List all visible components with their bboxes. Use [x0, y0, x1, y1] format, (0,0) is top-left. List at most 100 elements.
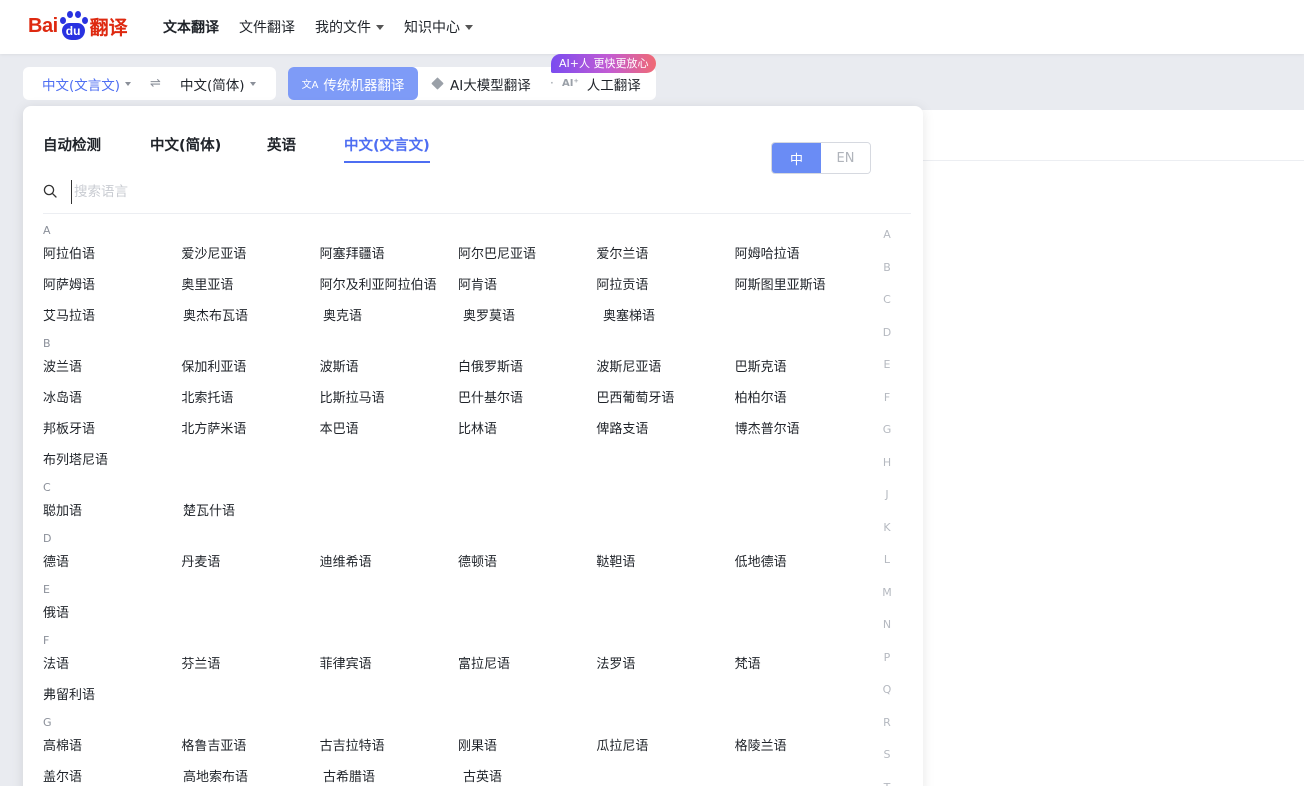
- language-option[interactable]: 波斯尼亚语: [596, 360, 734, 376]
- language-option[interactable]: 巴什基尔语: [458, 391, 596, 407]
- alpha-index-letter[interactable]: G: [881, 423, 893, 456]
- language-option[interactable]: 奥罗莫语: [463, 309, 603, 325]
- language-option[interactable]: 奥克语: [323, 309, 463, 325]
- alpha-index-letter[interactable]: F: [881, 391, 893, 424]
- language-option[interactable]: 楚瓦什语: [183, 504, 323, 520]
- language-option[interactable]: 迪维希语: [320, 555, 458, 571]
- language-option[interactable]: 阿斯图里亚斯语: [735, 278, 873, 294]
- nav-item-3[interactable]: 知识中心: [404, 17, 473, 37]
- group-letter: G: [43, 716, 52, 729]
- quick-tab-1[interactable]: 中文(简体): [150, 134, 221, 155]
- alpha-index-letter[interactable]: S: [881, 748, 893, 781]
- language-option[interactable]: 芬兰语: [181, 657, 319, 673]
- alpha-index-letter[interactable]: D: [881, 326, 893, 359]
- language-option[interactable]: 奥杰布瓦语: [183, 309, 323, 325]
- ui-lang-zh-button[interactable]: 中: [772, 143, 821, 173]
- language-option[interactable]: 奥里亚语: [181, 278, 319, 294]
- language-option[interactable]: 聪加语: [43, 504, 183, 520]
- language-option[interactable]: 阿尔巴尼亚语: [458, 247, 596, 263]
- alpha-index-letter[interactable]: M: [881, 586, 893, 619]
- language-option[interactable]: 阿肯语: [458, 278, 596, 294]
- alphabet-index: ABCDEFGHJKLMNPQRST: [881, 228, 893, 786]
- language-option[interactable]: 弗留利语: [43, 688, 183, 704]
- alpha-index-letter[interactable]: E: [881, 358, 893, 391]
- language-option[interactable]: 德语: [43, 555, 181, 571]
- alpha-index-letter[interactable]: L: [881, 553, 893, 586]
- language-option[interactable]: 巴斯克语: [735, 360, 873, 376]
- language-search-input[interactable]: [71, 180, 471, 204]
- language-option[interactable]: 丹麦语: [181, 555, 319, 571]
- nav-item-1[interactable]: 文件翻译: [239, 17, 295, 37]
- language-option[interactable]: 古希腊语: [323, 770, 463, 786]
- language-option[interactable]: 邦板牙语: [43, 422, 181, 438]
- language-option[interactable]: 北索托语: [181, 391, 319, 407]
- language-option[interactable]: 刚果语: [458, 739, 596, 755]
- quick-tab-3[interactable]: 中文(文言文): [344, 134, 430, 163]
- language-option[interactable]: 法罗语: [596, 657, 734, 673]
- language-option[interactable]: 法语: [43, 657, 181, 673]
- language-option[interactable]: 爱沙尼亚语: [181, 247, 319, 263]
- alpha-index-letter[interactable]: Q: [881, 683, 893, 716]
- alpha-index-letter[interactable]: N: [881, 618, 893, 651]
- baidu-translate-logo[interactable]: Bai du 翻译: [28, 6, 128, 46]
- language-option[interactable]: 盖尔语: [43, 770, 183, 786]
- language-option[interactable]: 阿拉伯语: [43, 247, 181, 263]
- language-option[interactable]: 古吉拉特语: [320, 739, 458, 755]
- alpha-index-letter[interactable]: K: [881, 521, 893, 554]
- alpha-index-letter[interactable]: A: [881, 228, 893, 261]
- quick-tab-2[interactable]: 英语: [267, 134, 296, 155]
- language-option[interactable]: 菲律宾语: [320, 657, 458, 673]
- alpha-index-letter[interactable]: T: [881, 781, 893, 786]
- language-option[interactable]: 奥塞梯语: [603, 309, 743, 325]
- search-icon: [43, 184, 57, 198]
- language-option[interactable]: 高棉语: [43, 739, 181, 755]
- language-option[interactable]: 冰岛语: [43, 391, 181, 407]
- language-option[interactable]: 爱尔兰语: [596, 247, 734, 263]
- language-option[interactable]: 巴西葡萄牙语: [596, 391, 734, 407]
- nav-item-2[interactable]: 我的文件: [315, 17, 384, 37]
- language-option[interactable]: 格陵兰语: [735, 739, 873, 755]
- alpha-index-letter[interactable]: C: [881, 293, 893, 326]
- language-option[interactable]: 阿尔及利亚阿拉伯语: [320, 278, 458, 294]
- language-option[interactable]: 低地德语: [735, 555, 873, 571]
- alpha-index-letter[interactable]: B: [881, 261, 893, 294]
- language-option[interactable]: 阿萨姆语: [43, 278, 181, 294]
- language-option[interactable]: 古英语: [463, 770, 603, 786]
- alpha-index-letter[interactable]: J: [881, 488, 893, 521]
- language-option[interactable]: 阿塞拜疆语: [320, 247, 458, 263]
- source-language-select[interactable]: 中文(文言文): [42, 74, 132, 94]
- language-option[interactable]: 格鲁吉亚语: [181, 739, 319, 755]
- target-language-select[interactable]: 中文(简体): [180, 74, 256, 94]
- language-option[interactable]: 梵语: [735, 657, 873, 673]
- language-option[interactable]: 柏柏尔语: [735, 391, 873, 407]
- language-option[interactable]: 鞑靼语: [596, 555, 734, 571]
- language-option[interactable]: 德顿语: [458, 555, 596, 571]
- language-option[interactable]: 比林语: [458, 422, 596, 438]
- mode-traditional-machine[interactable]: 文A 传统机器翻译: [288, 67, 418, 100]
- quick-tab-0[interactable]: 自动检测: [43, 134, 101, 155]
- language-option[interactable]: 保加利亚语: [181, 360, 319, 376]
- language-option[interactable]: 俄语: [43, 606, 183, 622]
- language-option[interactable]: 布列塔尼语: [43, 453, 183, 469]
- language-option[interactable]: 阿姆哈拉语: [735, 247, 873, 263]
- language-option[interactable]: 本巴语: [320, 422, 458, 438]
- language-option[interactable]: 阿拉贡语: [596, 278, 734, 294]
- ui-lang-en-button[interactable]: EN: [821, 143, 870, 173]
- language-option[interactable]: 瓜拉尼语: [596, 739, 734, 755]
- language-option[interactable]: 俾路支语: [596, 422, 734, 438]
- language-option[interactable]: 比斯拉马语: [320, 391, 458, 407]
- nav-item-0[interactable]: 文本翻译: [163, 17, 219, 37]
- language-option[interactable]: 白俄罗斯语: [458, 360, 596, 376]
- language-option[interactable]: 富拉尼语: [458, 657, 596, 673]
- language-option[interactable]: 博杰普尔语: [735, 422, 873, 438]
- language-option[interactable]: 高地索布语: [183, 770, 323, 786]
- language-option[interactable]: 北方萨米语: [181, 422, 319, 438]
- swap-icon[interactable]: ⇌: [150, 76, 161, 91]
- alpha-index-letter[interactable]: R: [881, 716, 893, 749]
- language-option[interactable]: 波斯语: [320, 360, 458, 376]
- language-option[interactable]: 波兰语: [43, 360, 181, 376]
- mode-ai-llm[interactable]: AI大模型翻译: [431, 67, 531, 100]
- alpha-index-letter[interactable]: P: [881, 651, 893, 684]
- language-option[interactable]: 艾马拉语: [43, 309, 183, 325]
- alpha-index-letter[interactable]: H: [881, 456, 893, 489]
